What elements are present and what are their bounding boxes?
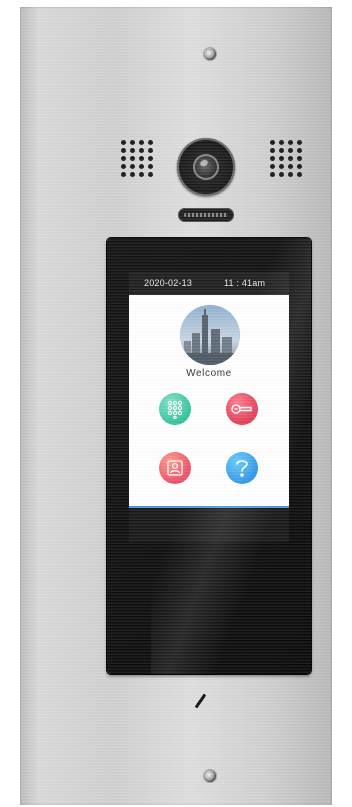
help-button[interactable] [226, 452, 258, 484]
lcd-screen: 2020-02-13 11 : 41am Welcome [129, 272, 289, 542]
microphone-slot [178, 208, 234, 222]
contacts-button[interactable] [159, 452, 191, 484]
city-skyline-image [180, 305, 240, 365]
speaker-grille-left [121, 140, 154, 177]
key-icon [231, 404, 252, 414]
welcome-label: Welcome [186, 368, 232, 379]
status-bar: 2020-02-13 11 : 41am [129, 272, 289, 295]
screw-icon [204, 770, 216, 782]
contacts-icon [167, 460, 183, 476]
home-screen: Welcome [129, 295, 289, 508]
camera-lens [193, 154, 219, 180]
welcome-avatar [180, 305, 240, 365]
keypad-button[interactable] [159, 393, 191, 425]
speaker-grille-right [270, 140, 303, 177]
help-icon [236, 460, 248, 477]
status-time: 11 : 41am [224, 278, 266, 288]
screw-icon [204, 48, 216, 60]
intercom-panel: 2020-02-13 11 : 41am Welcome [20, 7, 332, 805]
status-date: 2020-02-13 [144, 278, 193, 288]
light-sensor [194, 693, 207, 709]
keypad-icon [167, 400, 183, 419]
unlock-key-button[interactable] [226, 393, 258, 425]
display-bezel: 2020-02-13 11 : 41am Welcome [107, 238, 311, 674]
screen-footer [129, 508, 289, 542]
camera-icon [177, 138, 235, 196]
